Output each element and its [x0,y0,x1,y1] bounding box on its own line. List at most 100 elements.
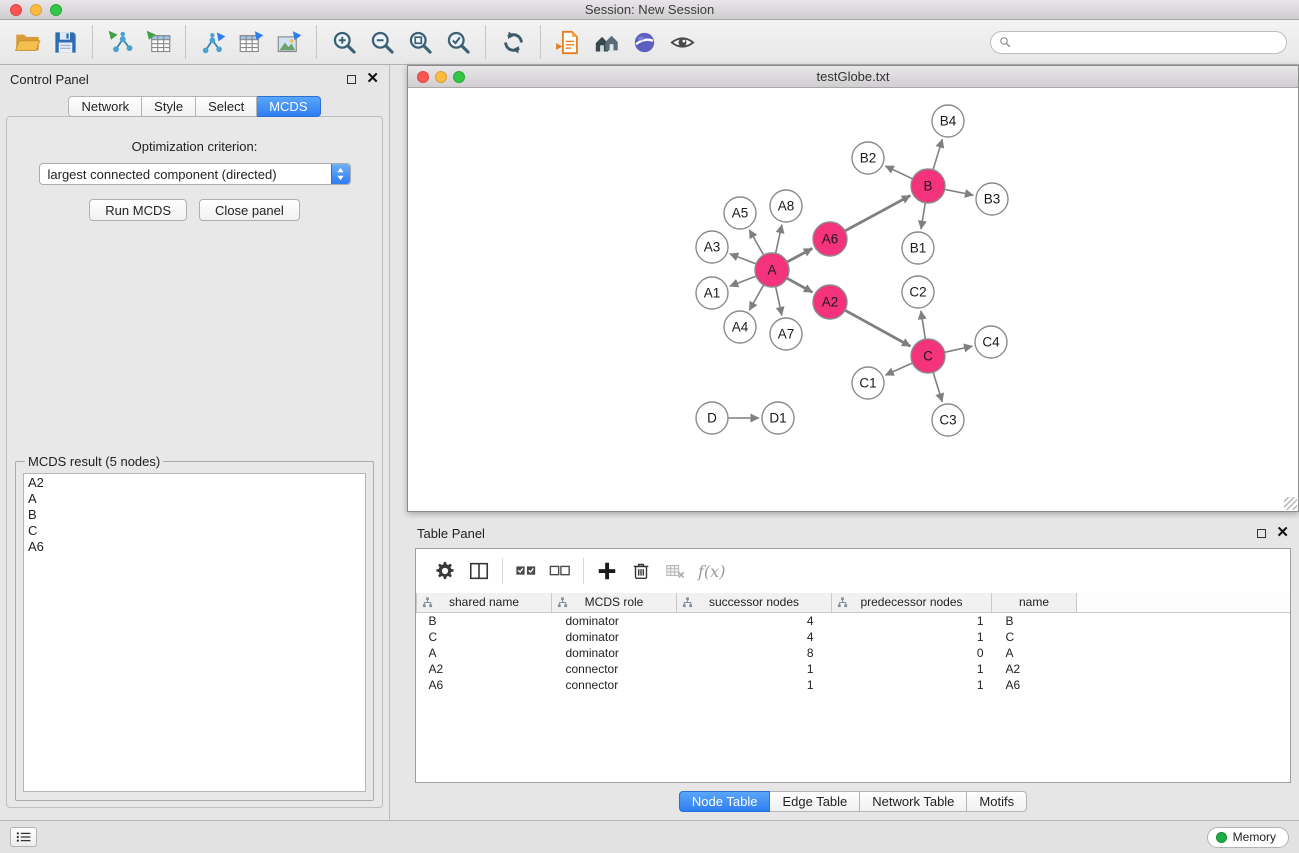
graph-node-C2[interactable]: C2 [902,276,934,308]
graph-node-C3[interactable]: C3 [932,404,964,436]
table-cell[interactable]: 1 [832,629,992,645]
graph-node-A6[interactable]: A6 [813,222,847,256]
table-row[interactable]: Bdominator41B [417,612,1291,629]
table-cell[interactable]: B [417,612,552,629]
mcds-result-item[interactable]: A [28,491,361,507]
close-panel-button[interactable]: Close panel [199,199,300,221]
graph-node-B1[interactable]: B1 [902,232,934,264]
graph-node-A1[interactable]: A1 [696,277,728,309]
table-cell[interactable]: C [992,629,1077,645]
network-close-button[interactable] [417,71,429,83]
export-network-icon[interactable] [194,24,232,60]
tab-style[interactable]: Style [142,96,196,117]
sphere-icon[interactable] [625,24,663,60]
graph-node-C[interactable]: C [911,339,945,373]
tab-edge-table[interactable]: Edge Table [770,791,860,812]
table-cell[interactable]: A2 [417,661,552,677]
task-history-button[interactable] [10,827,37,847]
graph-edge-B-B4[interactable] [933,139,942,170]
open-folder-icon[interactable] [8,24,46,60]
eye-icon[interactable] [663,24,701,60]
graph-node-A7[interactable]: A7 [770,318,802,350]
graph-edge-C-C1[interactable] [885,363,912,375]
mcds-result-item[interactable]: A6 [28,539,361,555]
mcds-result-item[interactable]: B [28,507,361,523]
zoom-fit-icon[interactable] [401,24,439,60]
graph-node-A8[interactable]: A8 [770,190,802,222]
network-minimize-button[interactable] [435,71,447,83]
table-cell[interactable]: A2 [992,661,1077,677]
table-cell[interactable]: B [992,612,1077,629]
graph-edge-A-A1[interactable] [730,276,756,286]
close-window-button[interactable] [10,4,22,16]
tab-mcds[interactable]: MCDS [257,96,320,117]
select-all-icon[interactable] [509,555,543,587]
table-cell[interactable]: dominator [552,612,677,629]
zoom-out-icon[interactable] [363,24,401,60]
graph-node-A[interactable]: A [755,253,789,287]
graph-edge-A-A5[interactable] [749,230,763,256]
graph-node-A4[interactable]: A4 [724,311,756,343]
table-cell[interactable]: 1 [832,677,992,693]
graph-edge-A-A7[interactable] [776,287,782,316]
import-table-icon[interactable] [139,24,177,60]
table-cell[interactable]: C [417,629,552,645]
show-columns-icon[interactable] [462,555,496,587]
float-panel-icon[interactable] [347,75,356,84]
table-cell[interactable]: 1 [832,661,992,677]
table-cell[interactable]: 4 [677,612,832,629]
graph-edge-A2-C[interactable] [845,310,911,346]
table-cell[interactable]: A6 [992,677,1077,693]
table-cell[interactable]: 1 [677,677,832,693]
table-cell[interactable]: A [992,645,1077,661]
network-zoom-button[interactable] [453,71,465,83]
table-cell[interactable]: 0 [832,645,992,661]
table-cell[interactable]: 1 [832,612,992,629]
network-window-titlebar[interactable]: testGlobe.txt [408,66,1298,88]
graph-node-A2[interactable]: A2 [813,285,847,319]
add-row-icon[interactable] [590,555,624,587]
table-cell[interactable]: 1 [677,661,832,677]
table-row[interactable]: Cdominator41C [417,629,1291,645]
graph-node-A3[interactable]: A3 [696,231,728,263]
table-cell[interactable]: 8 [677,645,832,661]
tab-select[interactable]: Select [196,96,257,117]
graph-node-B4[interactable]: B4 [932,105,964,137]
graph-node-D1[interactable]: D1 [762,402,794,434]
graph-edge-C-C2[interactable] [921,311,926,339]
table-cell[interactable]: A6 [417,677,552,693]
search-input[interactable] [1016,35,1278,49]
zoom-selected-icon[interactable] [439,24,477,60]
network-canvas[interactable]: B4B2BB3A5A8A6A3B1AA1C2A2A4A7CC4C1C3DD1 [408,88,1298,511]
deselect-all-icon[interactable] [543,555,577,587]
graph-node-A5[interactable]: A5 [724,197,756,229]
run-mcds-button[interactable]: Run MCDS [89,199,187,221]
table-cell[interactable]: dominator [552,645,677,661]
table-row[interactable]: A2connector11A2 [417,661,1291,677]
export-table-icon[interactable] [232,24,270,60]
memory-button[interactable]: Memory [1207,827,1289,848]
function-builder-icon[interactable]: f(x) [692,562,731,581]
tab-node-table[interactable]: Node Table [679,791,771,812]
graph-edge-C-C4[interactable] [945,346,973,352]
column-header-name[interactable]: name [992,593,1077,612]
table-cell[interactable]: 4 [677,629,832,645]
float-table-panel-icon[interactable] [1257,529,1266,538]
export-image-icon[interactable] [270,24,308,60]
graph-edge-A-A2[interactable] [787,278,813,292]
document-icon[interactable] [549,24,587,60]
graph-edge-C-C3[interactable] [933,372,942,402]
graph-edge-B-B3[interactable] [945,189,974,195]
table-cell[interactable]: dominator [552,629,677,645]
graph-node-C4[interactable]: C4 [975,326,1007,358]
table-cell[interactable]: connector [552,661,677,677]
graph-edge-A-A4[interactable] [749,285,763,311]
refresh-icon[interactable] [494,24,532,60]
fullscreen-window-button[interactable] [50,4,62,16]
resize-grip[interactable] [1284,497,1297,510]
minimize-window-button[interactable] [30,4,42,16]
houses-icon[interactable] [587,24,625,60]
delete-row-icon[interactable] [624,555,658,587]
criterion-dropdown[interactable]: largest connected component (directed) [39,163,351,185]
graph-edge-A-A6[interactable] [787,248,812,262]
